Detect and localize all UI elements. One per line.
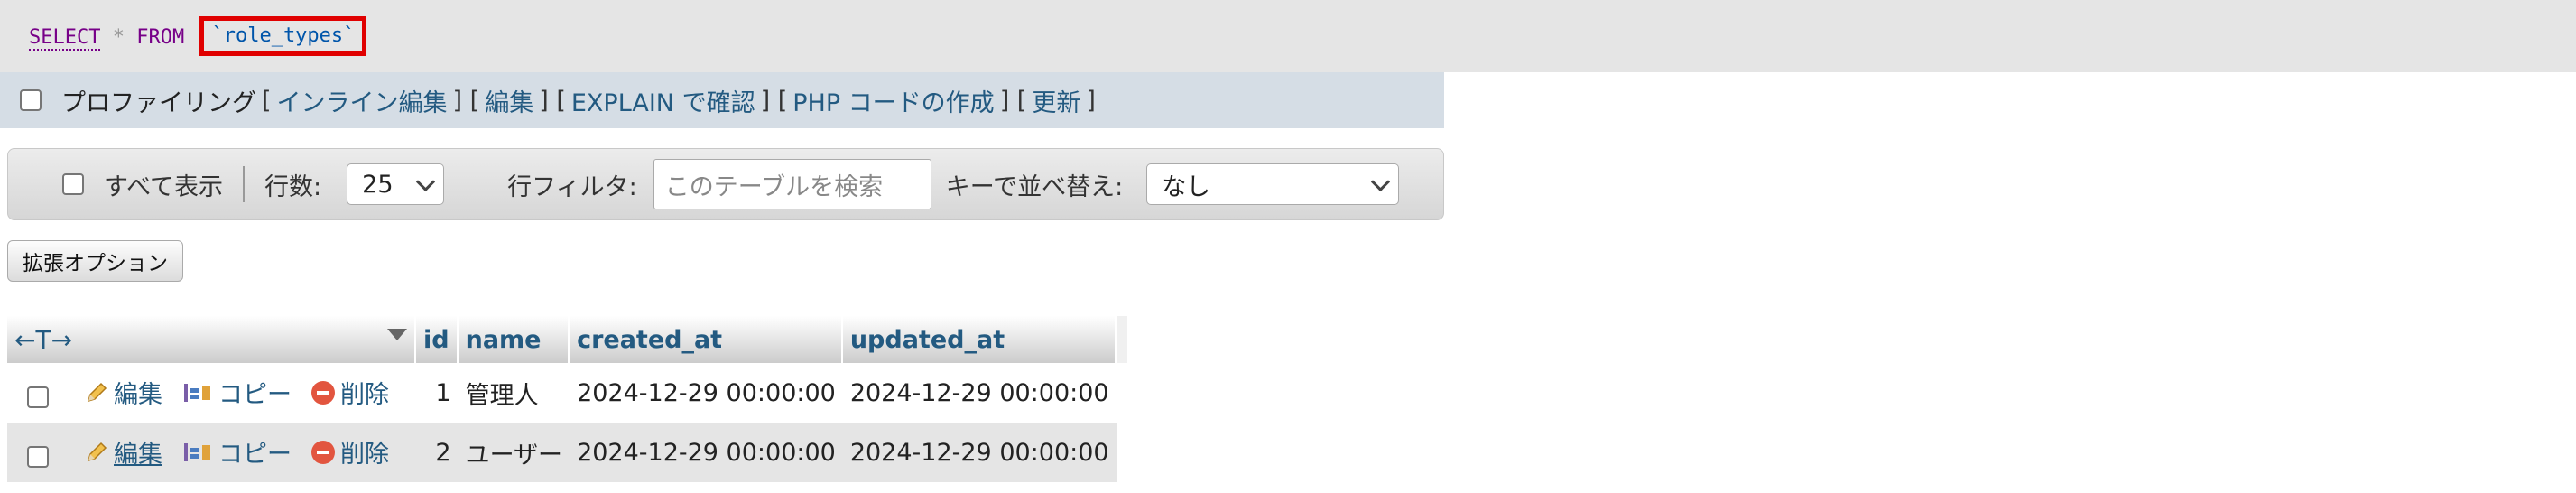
- copy-icon: [184, 383, 210, 402]
- divider: [243, 166, 246, 202]
- sort-by-key-label: キーで並べ替え:: [945, 172, 1124, 201]
- delete-row-button[interactable]: 削除: [311, 375, 389, 410]
- column-header-created-at[interactable]: created_at: [570, 316, 843, 363]
- row-filter-placeholder: このテーブルを検索: [664, 172, 884, 201]
- extended-options-button[interactable]: 拡張オプション: [7, 240, 183, 282]
- navigation-bar: すべて表示 行数: 25 行フィルタ: このテーブルを検索 キーで並べ替え: な…: [7, 148, 1444, 220]
- profiling-checkbox[interactable]: [20, 89, 42, 111]
- inline-edit-link[interactable]: インライン編集: [277, 83, 448, 118]
- cell-name[interactable]: ユーザー: [458, 423, 570, 482]
- column-header-name[interactable]: name: [458, 316, 570, 363]
- pencil-icon: [87, 382, 107, 402]
- edit-row-button[interactable]: 編集: [85, 434, 162, 470]
- delete-row-button[interactable]: 削除: [311, 434, 389, 470]
- row-filter-label: 行フィルタ:: [507, 172, 637, 201]
- sql-from-keyword: FROM: [136, 26, 185, 49]
- copy-icon: [184, 442, 210, 461]
- row-filter-input[interactable]: このテーブルを検索: [653, 159, 931, 209]
- rows-select[interactable]: 25: [347, 163, 445, 205]
- sql-select-keyword[interactable]: SELECT: [29, 26, 101, 51]
- chevron-down-icon: [416, 172, 436, 191]
- row-checkbox[interactable]: [27, 446, 49, 469]
- cell-updated-at[interactable]: 2024-12-29 00:00:00: [842, 423, 1117, 482]
- table-header-row: ←T→ id name created_at updated_at: [7, 316, 1129, 363]
- edit-query-link[interactable]: 編集: [485, 83, 533, 118]
- chevron-down-icon: [1371, 172, 1391, 191]
- pencil-icon: [87, 442, 107, 461]
- actions-header: ←T→: [7, 316, 416, 363]
- cell-updated-at[interactable]: 2024-12-29 00:00:00: [842, 363, 1117, 423]
- cell-created-at[interactable]: 2024-12-29 00:00:00: [570, 423, 843, 482]
- create-php-code-link[interactable]: PHP コードの作成: [792, 83, 994, 118]
- table-row: 編集 コピー 削除 1 管理人 2024-12-29 00:00:00 2024…: [7, 363, 1129, 423]
- sql-query: SELECT * FROM `role_types`: [29, 16, 367, 58]
- copy-row-button[interactable]: コピー: [182, 434, 292, 470]
- rows-select-value: 25: [362, 170, 394, 199]
- sql-query-area: SELECT * FROM `role_types`: [0, 0, 2576, 72]
- sort-by-key-value: なし: [1162, 172, 1211, 201]
- column-header-id[interactable]: id: [416, 316, 459, 363]
- sql-table-name: `role_types`: [199, 16, 367, 56]
- copy-row-button[interactable]: コピー: [182, 375, 292, 410]
- rows-label: 行数:: [264, 172, 322, 201]
- row-checkbox[interactable]: [27, 386, 49, 409]
- edit-row-button[interactable]: 編集: [85, 375, 162, 410]
- cell-created-at[interactable]: 2024-12-29 00:00:00: [570, 363, 843, 423]
- cell-id[interactable]: 1: [416, 363, 459, 423]
- refresh-link[interactable]: 更新: [1032, 83, 1080, 118]
- show-all-label: すべて表示: [104, 172, 224, 201]
- column-resize-arrows[interactable]: ←T→: [14, 325, 72, 355]
- column-header-updated-at[interactable]: updated_at: [842, 316, 1117, 363]
- sql-star: *: [112, 26, 125, 49]
- cell-id[interactable]: 2: [416, 423, 459, 482]
- profiling-bar: プロファイリング [インライン編集] [編集] [EXPLAIN で確認] [P…: [0, 72, 1444, 128]
- delete-icon: [311, 380, 335, 405]
- row-actions: 編集 コピー 削除: [7, 423, 416, 482]
- explain-link[interactable]: EXPLAIN で確認: [571, 83, 755, 118]
- dropdown-triangle-icon[interactable]: [387, 328, 407, 340]
- show-all-checkbox[interactable]: [62, 173, 84, 195]
- row-actions: 編集 コピー 削除: [7, 363, 416, 423]
- table-row: 編集 コピー 削除 2 ユーザー 2024-12-29 00:00:00 202…: [7, 423, 1129, 482]
- profiling-label: プロファイリング: [61, 88, 256, 117]
- cell-name[interactable]: 管理人: [458, 363, 570, 423]
- results-table: ←T→ id name created_at updated_at 編集 コピー: [7, 316, 1129, 482]
- delete-icon: [311, 440, 335, 464]
- sort-by-key-select[interactable]: なし: [1146, 163, 1400, 205]
